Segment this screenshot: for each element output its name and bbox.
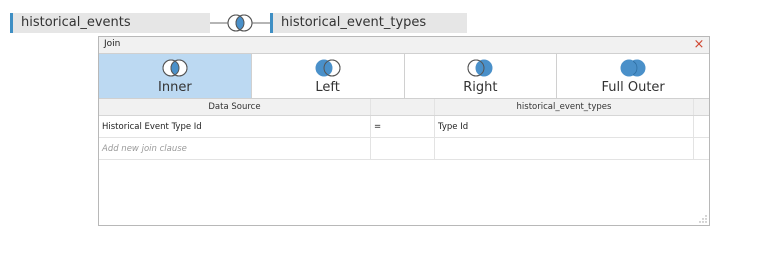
left-field[interactable]: Historical Event Type Id xyxy=(99,116,371,137)
inner-join-button[interactable]: Inner xyxy=(99,54,252,98)
right-field[interactable]: Type Id xyxy=(435,116,694,137)
add-clause-row[interactable]: Add new join clause xyxy=(99,138,709,160)
clause-header-row: Data Source historical_event_types xyxy=(99,99,709,116)
right-join-button[interactable]: Right xyxy=(404,54,558,98)
operator-field[interactable]: = xyxy=(371,116,435,137)
join-type-selector: Inner Left Right Full Outer xyxy=(99,54,709,99)
empty-cell xyxy=(435,138,694,159)
row-spacer xyxy=(694,116,709,137)
dialog-title: Join xyxy=(104,39,121,49)
join-clause-row[interactable]: Historical Event Type Id = Type Id xyxy=(99,116,709,138)
operator-column-header xyxy=(371,99,435,115)
join-type-label: Full Outer xyxy=(601,80,665,95)
full-outer-join-button[interactable]: Full Outer xyxy=(557,54,709,98)
inner-join-icon xyxy=(162,59,188,77)
close-icon[interactable]: × xyxy=(693,37,705,53)
header-spacer xyxy=(694,99,709,115)
right-column-header: historical_event_types xyxy=(435,99,694,115)
join-type-label: Inner xyxy=(158,80,192,95)
left-join-button[interactable]: Left xyxy=(251,54,405,98)
join-canvas: historical_events historical_event_types… xyxy=(0,0,768,261)
join-connector-icon[interactable] xyxy=(210,13,270,33)
left-table-pill[interactable]: historical_events xyxy=(10,13,210,33)
left-join-icon xyxy=(315,59,341,77)
empty-cell xyxy=(371,138,435,159)
join-dialog: Join × Inner Left Right Full Outer Data … xyxy=(98,36,710,226)
add-join-clause-input[interactable]: Add new join clause xyxy=(99,138,371,159)
join-clause-table: Data Source historical_event_types Histo… xyxy=(99,99,709,160)
row-spacer xyxy=(694,138,709,159)
dialog-header: Join × xyxy=(99,37,709,54)
join-type-label: Right xyxy=(463,80,498,95)
right-table-name: historical_event_types xyxy=(281,15,427,30)
right-join-icon xyxy=(467,59,493,77)
join-type-label: Left xyxy=(315,80,340,95)
full-outer-join-icon xyxy=(620,59,646,77)
left-table-name: historical_events xyxy=(21,15,131,30)
resize-grip-icon[interactable] xyxy=(699,215,707,223)
right-table-pill[interactable]: historical_event_types xyxy=(270,13,467,33)
left-column-header: Data Source xyxy=(99,99,371,115)
